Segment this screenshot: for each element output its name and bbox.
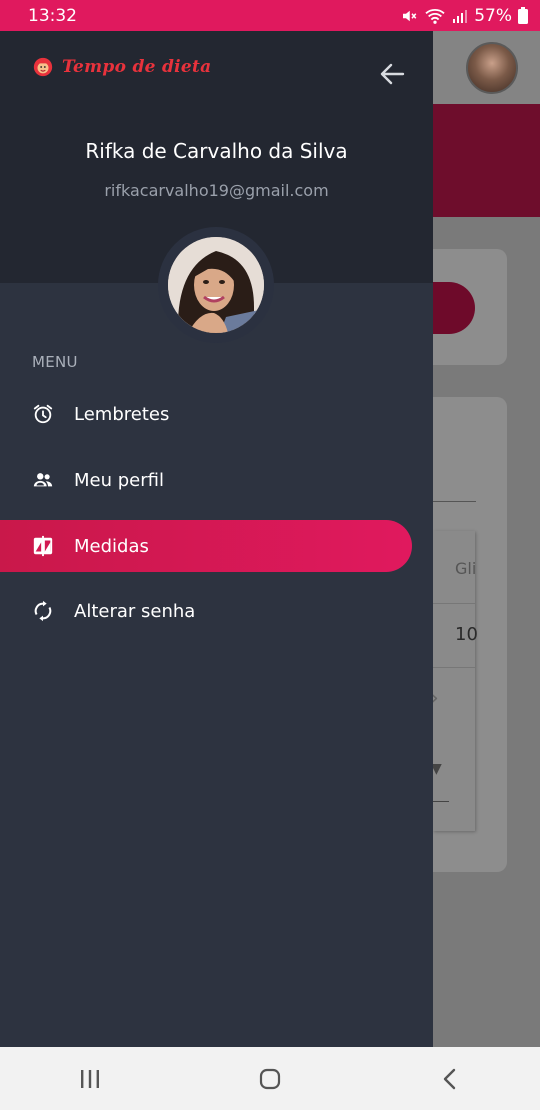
menu-item-label: Lembretes	[74, 403, 170, 425]
compare-icon	[32, 535, 54, 557]
status-time: 13:32	[28, 5, 77, 26]
menu-item-label: Medidas	[74, 535, 149, 557]
logo-text: Tempo de dieta	[62, 57, 212, 77]
background-table-cell: 10	[455, 624, 478, 645]
status-icons: 57%	[400, 6, 528, 26]
recent-apps-button[interactable]	[60, 1054, 120, 1104]
avatar-frame	[158, 227, 274, 343]
avatar[interactable]	[168, 237, 264, 333]
logo-mascot-icon	[33, 57, 53, 77]
battery-icon	[518, 7, 528, 24]
menu-item-lembretes[interactable]: Lembretes	[0, 388, 412, 440]
battery-percentage: 57%	[474, 5, 512, 26]
status-bar: 13:32 57%	[0, 0, 540, 31]
background-row-divider	[433, 603, 475, 604]
menu-item-label: Meu perfil	[74, 469, 164, 491]
menu-item-label: Alterar senha	[74, 600, 196, 622]
app-logo: Tempo de dieta	[32, 56, 212, 78]
close-drawer-button[interactable]	[374, 58, 410, 90]
system-navigation-bar	[0, 1047, 540, 1110]
signal-icon	[453, 9, 468, 23]
sync-icon	[32, 600, 54, 622]
avatar-photo	[168, 237, 264, 333]
user-name: Rifka de Carvalho da Silva	[85, 139, 348, 163]
background-table-header: Gli	[455, 559, 477, 578]
back-chevron-icon	[443, 1068, 456, 1089]
background-avatar	[466, 42, 518, 94]
mute-icon	[403, 10, 417, 21]
home-button[interactable]	[240, 1054, 300, 1104]
user-email: rifkacarvalho19@gmail.com	[104, 181, 329, 200]
home-icon	[259, 1068, 281, 1089]
wifi-icon	[425, 8, 445, 24]
menu-item-medidas[interactable]: Medidas	[0, 520, 412, 572]
menu-item-alterar-senha[interactable]: Alterar senha	[0, 585, 412, 637]
background-row-divider	[433, 667, 475, 668]
background-divider	[430, 501, 476, 502]
arrow-back-icon	[380, 63, 405, 85]
navigation-drawer: Tempo de dieta Rifka de Carvalho da Silv…	[0, 31, 433, 1047]
recents-icon	[81, 1069, 99, 1088]
people-icon	[32, 469, 54, 491]
background-banner	[433, 104, 540, 217]
background-divider	[433, 801, 449, 802]
back-button[interactable]	[420, 1054, 480, 1104]
alarm-icon	[32, 403, 54, 425]
menu-section-label: MENU	[32, 353, 78, 371]
menu-item-meu-perfil[interactable]: Meu perfil	[0, 454, 412, 506]
